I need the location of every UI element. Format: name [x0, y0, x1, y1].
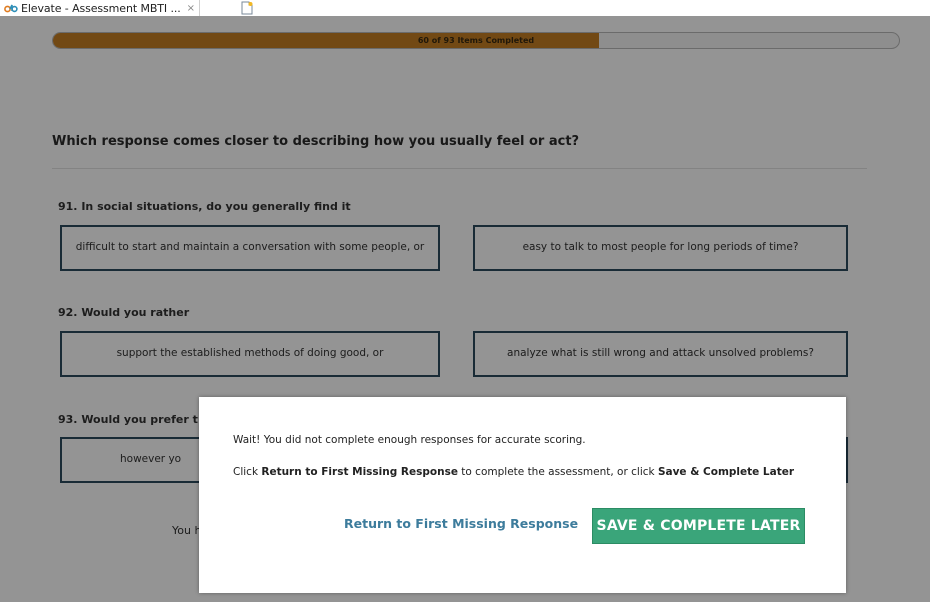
save-complete-later-button[interactable]: SAVE & COMPLETE LATER: [592, 508, 805, 544]
dialog-message: Wait! You did not complete enough respon…: [233, 434, 586, 446]
incomplete-warning-dialog: Wait! You did not complete enough respon…: [199, 397, 846, 593]
elevate-logo-icon: [4, 2, 18, 14]
new-tab-icon[interactable]: [238, 0, 256, 16]
browser-tab[interactable]: Elevate - Assessment MBTI ... ×: [0, 0, 201, 16]
browser-tab-strip: Elevate - Assessment MBTI ... ×: [0, 0, 930, 16]
instruction-return-emphasis: Return to First Missing Response: [261, 466, 458, 478]
return-to-first-missing-link[interactable]: Return to First Missing Response: [344, 516, 578, 531]
dialog-instruction: Click Return to First Missing Response t…: [233, 466, 794, 478]
instruction-text: Click: [233, 466, 262, 478]
tab-close-icon[interactable]: ×: [187, 3, 195, 14]
tab-title: Elevate - Assessment MBTI ...: [21, 1, 181, 15]
instruction-text: to complete the assessment, or click: [457, 466, 658, 478]
instruction-save-emphasis: Save & Complete Later: [657, 466, 795, 478]
